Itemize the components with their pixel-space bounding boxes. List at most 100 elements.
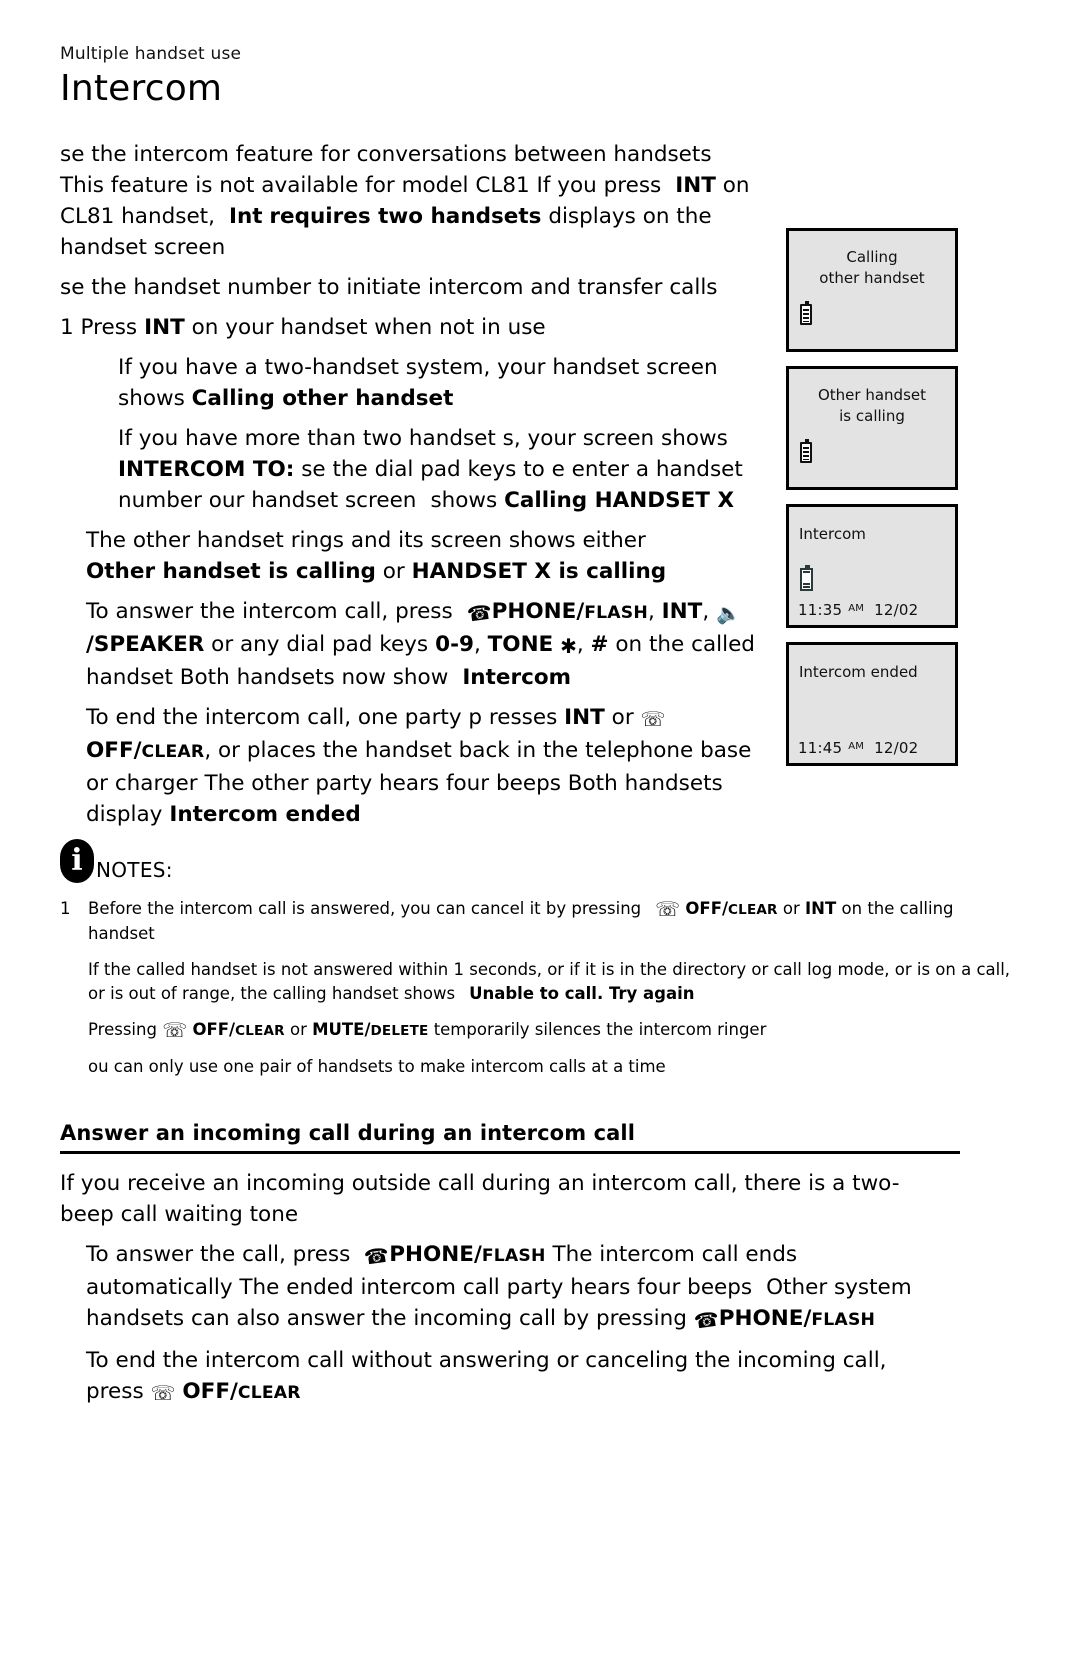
note-number xyxy=(60,958,88,1006)
sub2-text-d: shows xyxy=(430,488,498,514)
note-text-b: temporarily silences the intercom ringer xyxy=(433,1020,767,1040)
phone-handset-icon: ☎ xyxy=(465,599,494,628)
note-text: ou can only use one pair of handsets to … xyxy=(88,1057,666,1077)
notes-header: i NOTES: xyxy=(60,839,1020,884)
notes-block: i NOTES: 1 Before the intercom call is a… xyxy=(60,839,1020,1079)
end-or: or xyxy=(611,705,634,731)
key-phone-flash-suffix: FLASH xyxy=(584,603,648,624)
phone-handset-icon: ☎ xyxy=(692,1306,721,1335)
note-item: 1 Before the intercom call is answered, … xyxy=(60,897,1020,946)
info-icon: i xyxy=(60,839,94,884)
end-text-a: To end the intercom call, one party p re… xyxy=(86,705,558,731)
display-text-intercom: Intercom xyxy=(462,665,571,691)
step-text-b: on your handset when not in use xyxy=(191,315,546,341)
key-phone-flash-suffix: FLASH xyxy=(481,1246,546,1267)
note-or: or xyxy=(782,899,800,919)
key-phone-flash: PHONE/ xyxy=(389,1242,482,1268)
intro-block: se the intercom feature for conversation… xyxy=(60,139,760,830)
tone-star-icon: ✱ xyxy=(560,634,577,659)
section-bullet-1: To answer the call, press ☎PHONE/FLASH Th… xyxy=(60,1239,946,1336)
screen-time: 11:35 xyxy=(798,601,843,619)
sub2-text-a: If you have more than two handset s, you… xyxy=(118,426,728,452)
key-mute-delete-suffix: DELETE xyxy=(370,1023,429,1040)
intro-paragraph: se the intercom feature for conversation… xyxy=(60,139,760,263)
note-text-a: If the called handset is not answered wi… xyxy=(88,960,833,980)
sub-text-b: shows xyxy=(118,386,185,412)
battery-low-icon xyxy=(800,565,813,591)
step-1: 1 Press INT on your handset when not in u… xyxy=(60,312,760,343)
display-text-other-handset-is-calling: Other handset is calling xyxy=(86,559,376,585)
screen-line-1: Calling xyxy=(846,248,898,266)
step-2: The other handset rings and its screen s… xyxy=(60,525,760,587)
phone-handset-icon: ☎ xyxy=(362,1242,391,1271)
display-text-handset-x-is-calling: HANDSET X is calling xyxy=(411,559,667,585)
sub2-text-b: se the dial pad keys to e enter a handse… xyxy=(301,457,743,483)
key-off-clear-suffix: CLEAR xyxy=(235,1023,285,1040)
note-item: If the called handset is not answered wi… xyxy=(60,958,1020,1006)
intro-text-5: Int xyxy=(228,204,263,230)
step-number: 1 xyxy=(60,315,74,341)
section-heading: Answer an incoming call during an interc… xyxy=(60,1121,960,1155)
key-0-9: 0-9 xyxy=(435,632,474,658)
handset-screen-illustrations: Calling other handset Other handset is c… xyxy=(786,228,962,780)
note-item: ou can only use one pair of handsets to … xyxy=(60,1055,1020,1079)
key-off-clear-suffix: CLEAR xyxy=(728,902,778,919)
key-int: INT xyxy=(564,705,605,731)
answer-text-c: on the xyxy=(615,632,685,658)
screen-timestamp: 11:35 AM 12/02 xyxy=(798,601,918,619)
key-off-clear-suffix: CLEAR xyxy=(141,742,205,763)
end-intercom-paragraph: To end the intercom call, one party p re… xyxy=(60,702,760,830)
off-clear-icon: ☏ xyxy=(655,897,681,922)
bullet2-text-a: To end the intercom call without answeri… xyxy=(86,1348,887,1374)
off-clear-icon: ☏ xyxy=(150,1381,176,1406)
sub2-text-c: number our handset screen xyxy=(118,488,417,514)
handset-screen-intercom-ended: Intercom ended 11:45 AM 12/02 xyxy=(786,642,958,766)
screen-line-2: is calling xyxy=(839,407,905,425)
key-off-clear: OFF/ xyxy=(192,1020,236,1040)
note-text-a: Before the intercom call is answered, yo… xyxy=(88,899,642,919)
key-mute-delete: MUTE/ xyxy=(312,1020,371,1040)
key-phone-flash: PHONE/ xyxy=(491,599,585,625)
answer-intercom-paragraph: To answer the intercom call, press ☎PHONE… xyxy=(60,596,760,693)
manual-page: Multiple handset use Intercom Calling ot… xyxy=(0,0,1080,1665)
key-tone: TONE xyxy=(487,632,554,658)
key-off-clear: OFF/ xyxy=(86,738,142,764)
page-title: Intercom xyxy=(60,68,223,109)
step2-text: The other handset rings and its screen s… xyxy=(86,528,646,554)
step-text-a: Press xyxy=(80,315,138,341)
section-eyebrow: Multiple handset use xyxy=(60,44,242,64)
screen-line-1: Intercom xyxy=(799,525,866,543)
key-hash: # xyxy=(590,632,609,658)
section-bullet-2: To end the intercom call without answeri… xyxy=(60,1345,946,1409)
key-speaker: /SPEAKER xyxy=(86,632,205,658)
section-body: If you receive an incoming outside call … xyxy=(60,1168,960,1409)
end-text-b: , or places the handset back in the tele… xyxy=(204,738,694,764)
display-text-unable-to-call: Unable to call. Try again xyxy=(469,984,695,1004)
key-int: INT xyxy=(661,599,703,625)
bullet1-text-a: To answer the call, press xyxy=(86,1242,351,1268)
intro-text-1: se the intercom feature for conversation… xyxy=(60,142,712,168)
battery-full-icon xyxy=(800,301,812,325)
screen-ampm: AM xyxy=(848,741,865,752)
speaker-icon: 🔈 xyxy=(715,601,741,626)
key-off-clear: OFF/ xyxy=(182,1379,238,1405)
display-text-calling-other-handset: Calling other handset xyxy=(191,386,454,412)
key-int: INT xyxy=(675,173,716,199)
key-int: INT xyxy=(144,315,185,341)
note-text: Pressing ☏ OFF/CLEAR or MUTE/DELETE temp… xyxy=(88,1018,1020,1043)
screen-timestamp: 11:45 AM 12/02 xyxy=(798,739,918,757)
notes-label: NOTES: xyxy=(96,858,173,883)
step-1-sub-2: If you have more than two handset s, you… xyxy=(60,423,760,516)
intro-text-3: not available for model CL81 If you pres… xyxy=(219,173,662,199)
answer-text-b: or any dial pad keys xyxy=(211,632,429,658)
note-text-a: Pressing xyxy=(88,1020,157,1040)
note-text: Before the intercom call is answered, yo… xyxy=(88,897,1020,946)
screen-date: 12/02 xyxy=(874,601,919,619)
key-off-clear-suffix: CLEAR xyxy=(237,1383,301,1404)
intro-bold-1: requires two handsets xyxy=(269,204,542,230)
handset-screen-intercom: Intercom 11:35 AM 12/02 xyxy=(786,504,958,628)
note-or: or xyxy=(289,1020,307,1040)
note-item: Pressing ☏ OFF/CLEAR or MUTE/DELETE temp… xyxy=(60,1018,1020,1043)
off-clear-icon: ☏ xyxy=(640,707,666,732)
note-number xyxy=(60,1018,88,1043)
